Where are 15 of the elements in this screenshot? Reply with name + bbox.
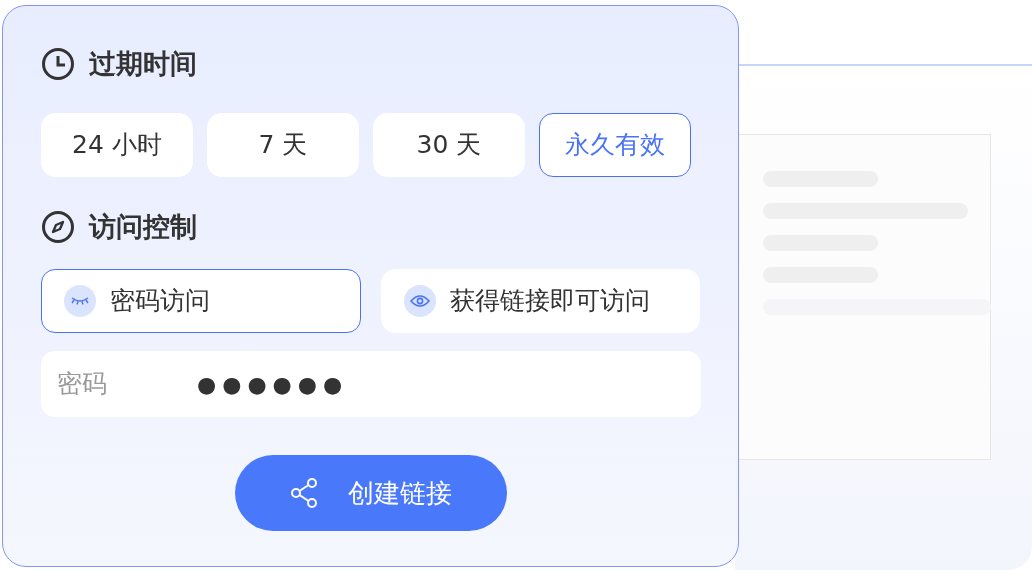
access-option[interactable]: 密码访问 bbox=[41, 269, 361, 333]
clock-icon bbox=[41, 47, 75, 82]
expiry-option[interactable]: 30 天 bbox=[373, 112, 525, 177]
section-title: 访问控制 bbox=[89, 209, 197, 244]
closed-eye-icon bbox=[70, 295, 90, 307]
password-field[interactable]: 密码 ●●●●●● bbox=[41, 351, 701, 417]
create-link-button[interactable]: 创建链接 bbox=[235, 455, 507, 531]
expiry-option[interactable]: 24 小时 bbox=[41, 112, 193, 177]
expiry-option[interactable]: 永久有效 bbox=[539, 112, 691, 177]
eye-icon bbox=[409, 294, 430, 308]
expiry-option[interactable]: 7 天 bbox=[207, 112, 359, 177]
compass-icon bbox=[41, 209, 75, 244]
access-option[interactable]: 获得链接即可访问 bbox=[380, 269, 700, 333]
section-title: 过期时间 bbox=[89, 47, 197, 81]
share-icon bbox=[290, 477, 318, 509]
